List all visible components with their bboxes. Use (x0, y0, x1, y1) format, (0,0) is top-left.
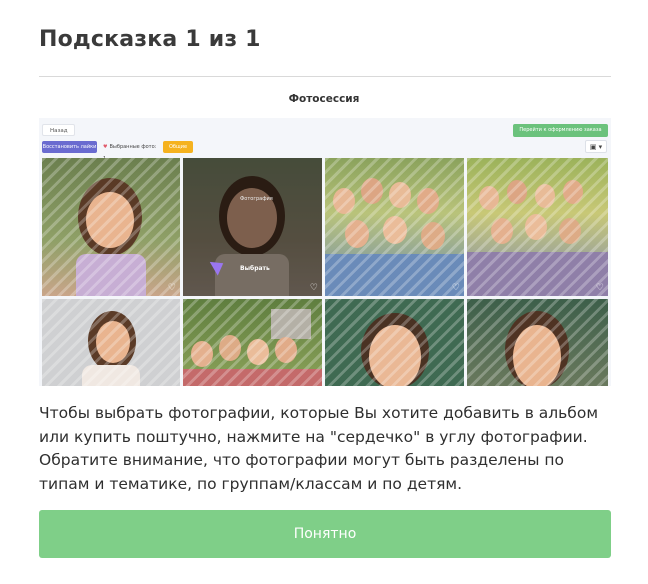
example-photo (183, 299, 322, 386)
screenshot-caption: Фотосессия (288, 93, 360, 105)
example-photo: ♡ (467, 158, 608, 296)
hint-caption: Фотография (240, 196, 273, 202)
example-photo (467, 299, 608, 386)
example-photo (325, 299, 464, 386)
heart-icon: ♡ (595, 283, 604, 293)
example-photo (42, 299, 180, 386)
example-photo: ♡ (42, 158, 180, 296)
example-back-button: Назад (42, 124, 75, 136)
ok-button[interactable]: Понятно (39, 510, 611, 558)
example-photo-hinted: Фотография Выбрать ♡ (183, 158, 322, 296)
modal-title: Подсказка 1 из 1 (39, 27, 261, 52)
example-general-tab: Общие (163, 141, 193, 153)
heart-icon: ♡ (451, 283, 460, 293)
title-divider (39, 76, 611, 77)
heart-icon: ♡ (309, 283, 318, 293)
example-selected-count: ♥Выбранные фото: 1 (101, 141, 161, 162)
example-photo: ♡ (325, 158, 464, 296)
heart-icon: ♡ (167, 283, 176, 293)
hint-description: Чтобы выбрать фотографии, которые Вы хот… (39, 404, 599, 493)
hint-modal: Подсказка 1 из 1 Фотосессия Назад Перейт… (0, 0, 648, 584)
hint-select-label: Выбрать (240, 265, 270, 272)
camera-icon: ▣ ▾ (585, 140, 607, 153)
heart-icon: ♥ (103, 144, 108, 150)
example-restore-likes-button: Восстановить лайки (42, 141, 97, 153)
example-screenshot: Назад Перейти к оформлению заказа Восста… (39, 118, 611, 386)
example-order-button: Перейти к оформлению заказа (513, 124, 608, 137)
